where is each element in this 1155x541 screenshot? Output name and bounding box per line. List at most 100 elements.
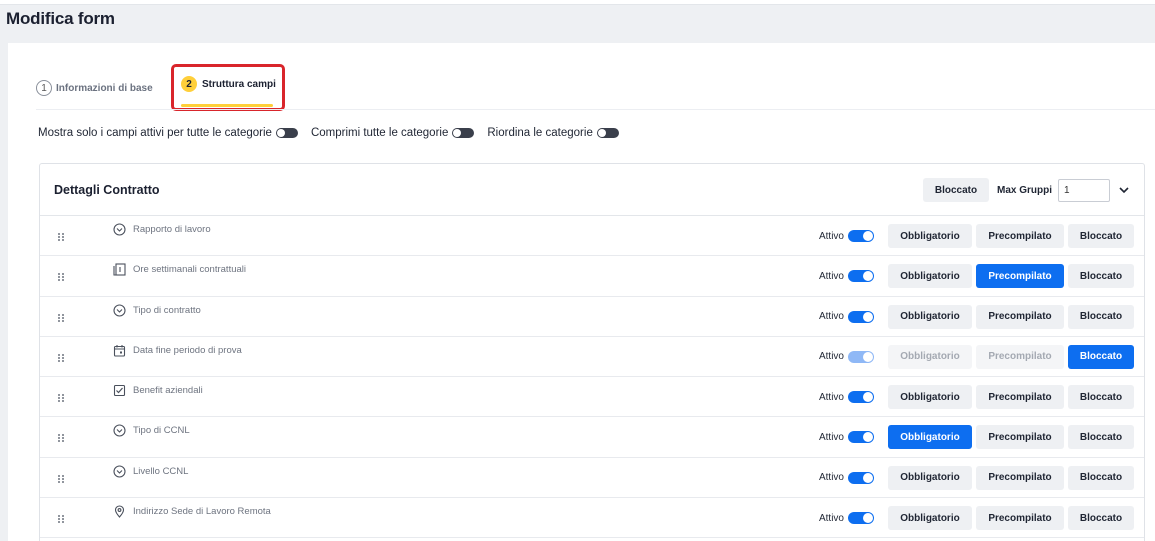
precompilato-button[interactable]: Precompilato [976,264,1064,289]
field-row: Livello CCNL Attivo Obbligatorio Precomp… [40,458,1144,499]
field-row: Tipo di contratto Attivo Obbligatorio Pr… [40,297,1144,337]
bloccato-button[interactable]: Bloccato [1068,425,1134,450]
field-controls: Attivo Obbligatorio Precompilato Bloccat… [818,385,1134,410]
field-list: Rapporto di lavoro Attivo Obbligatorio P… [40,216,1144,539]
attivo-toggle[interactable] [848,391,874,404]
bloccato-button[interactable]: Bloccato [1068,506,1134,531]
step-label: Struttura campi [202,78,276,90]
bloccato-button[interactable]: Bloccato [1068,224,1134,248]
drag-handle-icon[interactable] [56,232,66,242]
dropdown-circle-icon [113,465,126,478]
bloccato-button[interactable]: Bloccato [1068,465,1134,490]
checkbox-icon [113,385,126,397]
attivo-label: Attivo [818,391,844,403]
obbligatorio-button[interactable]: Obbligatorio [888,304,972,329]
divider [36,109,1155,110]
reorder-toggle[interactable] [596,128,619,138]
option-collapse-all: Comprimi tutte le categorie [311,127,475,139]
stepper: 1 Informazioni di base 2 Struttura campi [36,64,285,111]
attivo-label: Attivo [818,351,844,363]
obbligatorio-button[interactable]: Obbligatorio [888,385,972,410]
step-number: 2 [181,76,197,92]
attivo-toggle[interactable] [848,431,874,444]
field-row: Tipo di CCNL Attivo Obbligatorio Precomp… [40,417,1144,458]
field-controls: Attivo Obbligatorio Precompilato Bloccat… [819,224,1134,248]
drag-handle-icon[interactable] [56,514,66,524]
field-row: Rapporto di lavoro Attivo Obbligatorio P… [40,216,1144,257]
obbligatorio-button[interactable]: Obbligatorio [888,264,972,289]
dropdown-circle-icon [113,304,126,317]
collapse-all-toggle[interactable] [452,128,475,138]
dropdown-circle-icon [113,223,126,236]
field-row: Data fine periodo di prova Attivo Obblig… [40,337,1144,378]
bloccato-button[interactable]: Bloccato [1068,264,1134,289]
field-controls: Attivo Obbligatorio Precompilato Bloccat… [818,304,1134,329]
obbligatorio-button[interactable]: Obbligatorio [888,425,972,450]
field-controls: Attivo Obbligatorio Precompilato Bloccat… [818,344,1134,369]
category-panel: Dettagli Contratto Bloccato Max Gruppi 1… [39,163,1145,541]
calendar-icon [113,344,126,357]
chevron-down-icon[interactable] [1118,184,1130,196]
attivo-toggle[interactable] [848,270,874,283]
attivo-label: Attivo [818,472,844,484]
panel-header: Dettagli Contratto Bloccato Max Gruppi 1 [40,164,1144,216]
bloccato-button[interactable]: Bloccato [1068,385,1134,410]
drag-handle-icon[interactable] [56,393,66,403]
attivo-label: Attivo [818,512,844,524]
step-struttura-campi[interactable]: 2 Struttura campi [181,76,276,92]
precompilato-button[interactable]: Precompilato [976,465,1064,490]
attivo-toggle[interactable] [848,230,874,242]
field-row: Indirizzo Sede di Lavoro Remota Attivo O… [40,498,1144,539]
precompilato-button[interactable]: Precompilato [976,506,1064,531]
bloccato-button[interactable]: Bloccato [1068,304,1134,329]
attivo-label: Attivo [818,270,844,282]
precompilato-button[interactable]: Precompilato [976,385,1064,410]
field-label: Livello CCNL [133,465,189,477]
option-reorder: Riordina le categorie [487,127,619,139]
page-title: Modifica form [6,9,115,28]
number-box-icon [113,263,126,276]
field-controls: Attivo Obbligatorio Precompilato Bloccat… [818,264,1134,289]
precompilato-button[interactable]: Precompilato [976,425,1064,450]
precompilato-button[interactable]: Precompilato [976,304,1064,329]
drag-handle-icon[interactable] [56,433,66,443]
field-controls: Attivo Obbligatorio Precompilato Bloccat… [818,425,1134,450]
field-row: Benefit aziendali Attivo Obbligatorio Pr… [40,377,1144,418]
drag-handle-icon[interactable] [56,272,66,282]
precompilato-button[interactable]: Precompilato [976,224,1064,248]
obbligatorio-button[interactable]: Obbligatorio [888,224,972,248]
show-active-only-toggle[interactable] [275,128,298,138]
step-label: Informazioni di base [56,82,153,94]
field-label: Benefit aziendali [133,385,203,397]
field-label: Tipo di CCNL [133,425,190,437]
obbligatorio-button[interactable]: Obbligatorio [888,465,972,490]
step-informazioni-di-base[interactable]: 1 Informazioni di base [36,80,153,96]
left-gutter [0,43,8,541]
panel-title: Dettagli Contratto [54,182,160,197]
attivo-label: Attivo [818,431,844,443]
active-step-highlight: 2 Struttura campi [171,64,285,111]
obbligatorio-button[interactable]: Obbligatorio [888,344,972,369]
field-label: Data fine periodo di prova [133,344,242,356]
drag-handle-icon[interactable] [56,313,66,323]
attivo-label: Attivo [818,311,844,323]
option-label: Mostra solo i campi attivi per tutte le … [38,127,272,139]
field-label: Indirizzo Sede di Lavoro Remota [133,506,271,518]
attivo-toggle[interactable] [848,350,874,363]
attivo-toggle[interactable] [848,471,874,484]
max-gruppi-input[interactable]: 1 [1058,178,1110,202]
location-pin-icon [114,505,125,518]
attivo-toggle[interactable] [848,512,874,525]
top-border [0,0,1155,5]
precompilato-button[interactable]: Precompilato [976,344,1064,369]
option-label: Riordina le categorie [487,127,593,139]
obbligatorio-button[interactable]: Obbligatorio [888,506,972,531]
drag-handle-icon[interactable] [56,353,66,363]
step-number: 1 [36,80,52,96]
category-bloccato-button[interactable]: Bloccato [922,178,989,202]
bloccato-button[interactable]: Bloccato [1068,344,1134,369]
drag-handle-icon[interactable] [56,474,66,484]
field-label: Rapporto di lavoro [133,224,211,235]
attivo-toggle[interactable] [848,310,874,323]
active-step-underline [181,104,273,107]
